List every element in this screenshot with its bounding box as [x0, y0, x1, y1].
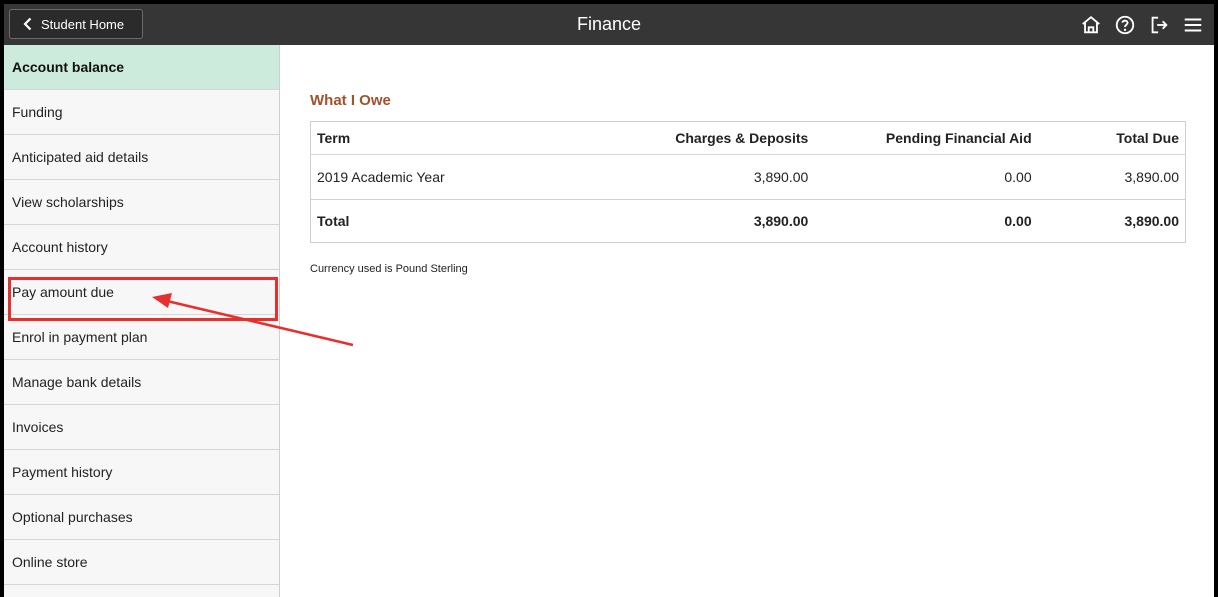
sidebar-item-pay-amount-due[interactable]: Pay amount due: [4, 270, 279, 315]
sidebar-item-optional-purchases[interactable]: Optional purchases: [4, 495, 279, 540]
section-title: What I Owe: [310, 92, 391, 109]
cell-pending-aid: 0.00: [814, 154, 1038, 200]
sidebar-item-online-store[interactable]: Online store: [4, 540, 279, 585]
total-pending-aid: 0.00: [1004, 213, 1032, 229]
help-icon: [1115, 15, 1135, 35]
help-button[interactable]: [1112, 12, 1138, 38]
menu-icon: [1184, 18, 1202, 32]
column-header-charges: Charges & Deposits: [610, 121, 815, 155]
top-bar: Student Home Finance: [4, 4, 1214, 45]
student-home-button[interactable]: Student Home: [9, 9, 143, 39]
sidebar-item-payment-history[interactable]: Payment history: [4, 450, 279, 495]
sidebar-item-anticipated-aid-details[interactable]: Anticipated aid details: [4, 135, 279, 180]
column-header-pending-aid: Pending Financial Aid: [814, 121, 1038, 155]
app-frame: Student Home Finance Account balance Fun…: [0, 0, 1218, 597]
column-header-term: Term: [310, 121, 610, 155]
cell-total-due: 3,890.00: [1037, 154, 1186, 200]
table-header-row: Term Charges & Deposits Pending Financia…: [310, 121, 1186, 155]
sidebar-item-enrol-in-payment-plan[interactable]: Enrol in payment plan: [4, 315, 279, 360]
sidebar-item-account-history[interactable]: Account history: [4, 225, 279, 270]
sidebar-item-invoices[interactable]: Invoices: [4, 405, 279, 450]
sidebar-item-funding[interactable]: Funding: [4, 90, 279, 135]
total-charges: 3,890.00: [753, 213, 809, 229]
sign-out-button[interactable]: [1146, 12, 1172, 38]
sidebar-item-manage-bank-details[interactable]: Manage bank details: [4, 360, 279, 405]
chevron-left-icon: [23, 17, 32, 31]
total-label: Total: [317, 213, 350, 229]
sidebar-nav: Account balance Funding Anticipated aid …: [4, 45, 280, 597]
table-row: 2019 Academic Year 3,890.00 0.00 3,890.0…: [310, 154, 1186, 200]
currency-note: Currency used is Pound Sterling: [310, 263, 468, 275]
back-button-label: Student Home: [41, 16, 125, 32]
page-title: Finance: [576, 14, 642, 34]
total-due: 3,890.00: [1124, 213, 1180, 229]
sign-out-icon: [1151, 16, 1168, 34]
column-header-total-due: Total Due: [1037, 121, 1186, 155]
main-content: What I Owe Term Charges & Deposits Pendi…: [310, 92, 1186, 275]
menu-button[interactable]: [1180, 12, 1206, 38]
home-button[interactable]: [1078, 12, 1104, 38]
cell-term: 2019 Academic Year: [310, 154, 610, 200]
sidebar-item-view-scholarships[interactable]: View scholarships: [4, 180, 279, 225]
home-icon: [1082, 16, 1100, 34]
what-i-owe-table: Term Charges & Deposits Pending Financia…: [310, 121, 1186, 243]
total-row: Total 3,890.00 0.00 3,890.00: [311, 200, 1186, 243]
cell-charges: 3,890.00: [610, 154, 815, 200]
sidebar-item-account-balance[interactable]: Account balance: [4, 45, 279, 90]
